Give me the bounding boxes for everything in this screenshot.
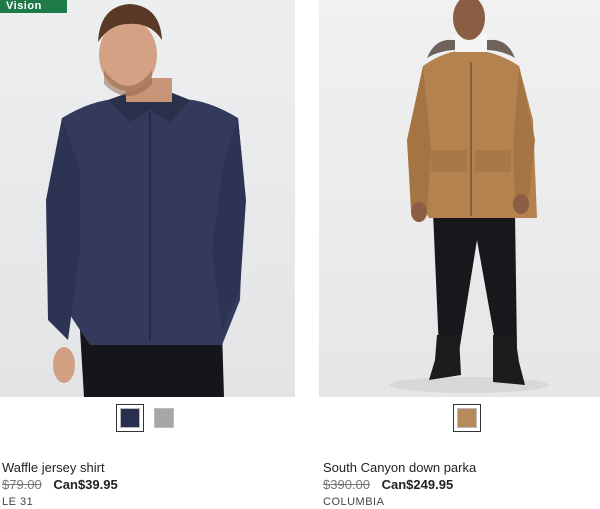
swatch-chip-tan (457, 408, 477, 428)
model-photo-parka (389, 0, 549, 393)
product-card-waffle-shirt[interactable]: Vision Waffle jersey shirt $79.00 Can$39… (0, 0, 295, 509)
model-photo-shirt (46, 4, 246, 397)
color-swatches (116, 404, 178, 432)
swatch-navy[interactable] (116, 404, 144, 432)
original-price: $390.00 (323, 477, 370, 492)
product-prices: $79.00 Can$39.95 (2, 477, 118, 492)
swatch-chip-navy (120, 408, 140, 428)
product-image[interactable] (319, 0, 600, 397)
product-brand: LE 31 (2, 496, 34, 508)
product-prices: $390.00 Can$249.95 (323, 477, 453, 492)
swatch-grey[interactable] (150, 404, 178, 432)
sale-price: Can$39.95 (53, 477, 118, 492)
original-price: $79.00 (2, 477, 42, 492)
product-image[interactable]: Vision (0, 0, 295, 397)
sale-price: Can$249.95 (381, 477, 454, 492)
product-name[interactable]: Waffle jersey shirt (2, 460, 105, 475)
product-card-down-parka[interactable]: South Canyon down parka $390.00 Can$249.… (319, 0, 600, 509)
product-brand: COLUMBIA (323, 496, 385, 508)
swatch-chip-grey (154, 408, 174, 428)
product-name[interactable]: South Canyon down parka (323, 460, 476, 475)
vision-badge: Vision (0, 0, 67, 13)
swatch-tan[interactable] (453, 404, 481, 432)
color-swatches (453, 404, 481, 432)
